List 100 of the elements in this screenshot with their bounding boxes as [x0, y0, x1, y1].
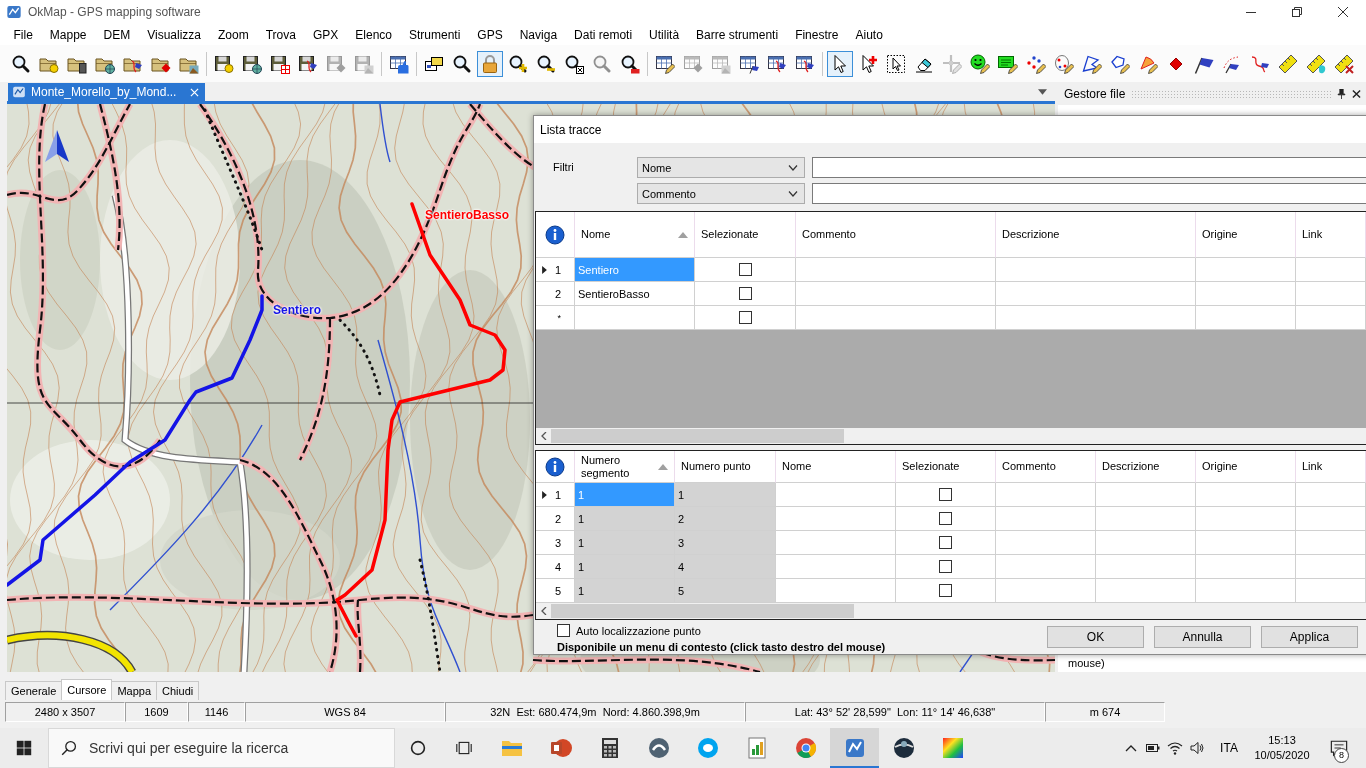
column-header[interactable]: Commento	[996, 451, 1096, 483]
table-cell[interactable]	[1196, 555, 1296, 579]
clock-date[interactable]: 10/05/2020	[1254, 748, 1310, 763]
column-header[interactable]: Descrizione	[1096, 451, 1196, 483]
table-cell[interactable]	[796, 282, 996, 306]
menu-item[interactable]: GPX	[304, 24, 347, 45]
row-number[interactable]: 5	[554, 584, 561, 597]
checkbox[interactable]	[939, 536, 952, 549]
checkbox[interactable]	[939, 584, 952, 597]
table-cell[interactable]	[996, 483, 1096, 507]
table-cell[interactable]: 1	[575, 507, 675, 531]
table-cell[interactable]	[1096, 531, 1196, 555]
menu-item[interactable]: Visualizza	[138, 24, 210, 45]
table-cell[interactable]	[1096, 507, 1196, 531]
panel-tab[interactable]: Generale	[5, 681, 63, 700]
checkbox[interactable]	[939, 488, 952, 501]
table-cell[interactable]	[1296, 258, 1366, 282]
column-header[interactable]: Selezionate	[695, 212, 796, 258]
filter-input[interactable]	[812, 157, 1366, 178]
close-icon[interactable]	[1352, 89, 1361, 99]
menu-item[interactable]: Dati remoti	[565, 24, 641, 45]
horizontal-scrollbar[interactable]	[536, 428, 1366, 444]
scroll-left-icon[interactable]	[541, 607, 547, 615]
table-cell[interactable]	[996, 258, 1196, 282]
table-cell[interactable]	[1296, 507, 1366, 531]
document-tab[interactable]: Monte_Morello_by_Mond...	[8, 83, 205, 101]
menu-item[interactable]: Mappe	[41, 24, 96, 45]
filter-input[interactable]	[812, 183, 1366, 204]
search-field[interactable]: Scrivi qui per eseguire la ricerca	[48, 728, 395, 768]
row-number[interactable]: 1	[554, 263, 561, 276]
row-number[interactable]: 2	[554, 512, 561, 525]
menu-item[interactable]: DEM	[95, 24, 139, 45]
table-cell[interactable]	[776, 531, 896, 555]
table-cell[interactable]: 1	[575, 579, 675, 603]
menu-item[interactable]: Finestre	[786, 24, 847, 45]
table-cell[interactable]: 5	[675, 579, 776, 603]
table-cell[interactable]: 1	[675, 483, 776, 507]
menu-item[interactable]: Barre strumenti	[687, 24, 787, 45]
row-number[interactable]: 4	[554, 560, 561, 573]
track-line[interactable]	[335, 202, 507, 638]
menu-item[interactable]: Utilità	[640, 24, 688, 45]
cancel-button[interactable]: Annulla	[1154, 626, 1251, 648]
column-header[interactable]: Origine	[1196, 451, 1296, 483]
filter-dropdown[interactable]: Nome	[637, 157, 805, 178]
checkbox[interactable]	[939, 512, 952, 525]
checkbox[interactable]	[939, 560, 952, 573]
row-number[interactable]: 2	[554, 287, 561, 300]
column-header[interactable]: Link	[1296, 212, 1366, 258]
menu-item[interactable]: Strumenti	[400, 24, 469, 45]
menu-item[interactable]: GPS	[468, 24, 512, 45]
track-line[interactable]	[7, 294, 264, 587]
table-cell[interactable]	[1296, 531, 1366, 555]
table-cell[interactable]	[1296, 555, 1366, 579]
table-cell[interactable]	[1196, 258, 1296, 282]
table-cell[interactable]	[776, 483, 896, 507]
clock-time[interactable]: 15:13	[1268, 733, 1296, 748]
table-cell[interactable]	[1296, 483, 1366, 507]
table-cell[interactable]: 3	[675, 531, 776, 555]
table-cell[interactable]	[996, 555, 1096, 579]
table-cell[interactable]	[1196, 483, 1296, 507]
wifi-icon[interactable]	[1167, 740, 1183, 756]
table-cell[interactable]: 2	[675, 507, 776, 531]
column-header[interactable]: Commento	[796, 212, 996, 258]
table-cell[interactable]: 1	[575, 555, 675, 579]
table-cell[interactable]	[1196, 282, 1296, 306]
volume-icon[interactable]	[1189, 740, 1205, 756]
panel-tab[interactable]: Mappa	[111, 681, 158, 700]
table-cell[interactable]: 4	[675, 555, 776, 579]
menu-item[interactable]: File	[5, 24, 42, 45]
checkbox[interactable]	[557, 624, 570, 637]
checkbox[interactable]	[738, 311, 752, 324]
pin-icon[interactable]	[1337, 89, 1346, 99]
panel-tab[interactable]: Cursore	[61, 679, 113, 700]
horizontal-scrollbar[interactable]	[536, 603, 1366, 619]
notification-icon[interactable]	[1330, 739, 1348, 757]
info-icon[interactable]	[545, 224, 565, 245]
menu-item[interactable]: Aiuto	[847, 24, 892, 45]
scrollbar-thumb[interactable]	[551, 604, 854, 618]
row-number[interactable]: 1	[554, 488, 561, 501]
menu-item[interactable]: Trova	[257, 24, 305, 45]
checkbox-label[interactable]: Auto localizzazione punto	[576, 624, 701, 637]
table-cell[interactable]	[1096, 483, 1196, 507]
column-header[interactable]: Nome	[776, 451, 896, 483]
table-cell[interactable]: SentieroBasso	[575, 282, 695, 306]
table-cell[interactable]	[996, 507, 1096, 531]
column-header[interactable]: Origine	[1196, 212, 1296, 258]
toolbar-button[interactable]	[827, 50, 853, 77]
apply-button[interactable]: Applica	[1261, 626, 1358, 648]
column-header[interactable]: Link	[1296, 451, 1366, 483]
menu-item[interactable]: Zoom	[209, 24, 258, 45]
panel-tab[interactable]: Chiudi	[156, 681, 200, 700]
menu-item[interactable]: Elenco	[346, 24, 401, 45]
menu-item[interactable]: Naviga	[511, 24, 566, 45]
table-cell[interactable]	[996, 282, 1196, 306]
scroll-left-icon[interactable]	[541, 432, 547, 440]
info-icon[interactable]	[545, 456, 565, 477]
filter-dropdown[interactable]: Commento	[637, 183, 805, 204]
table-cell[interactable]	[1196, 507, 1296, 531]
table-cell[interactable]	[796, 258, 996, 282]
scrollbar-thumb[interactable]	[551, 429, 844, 443]
